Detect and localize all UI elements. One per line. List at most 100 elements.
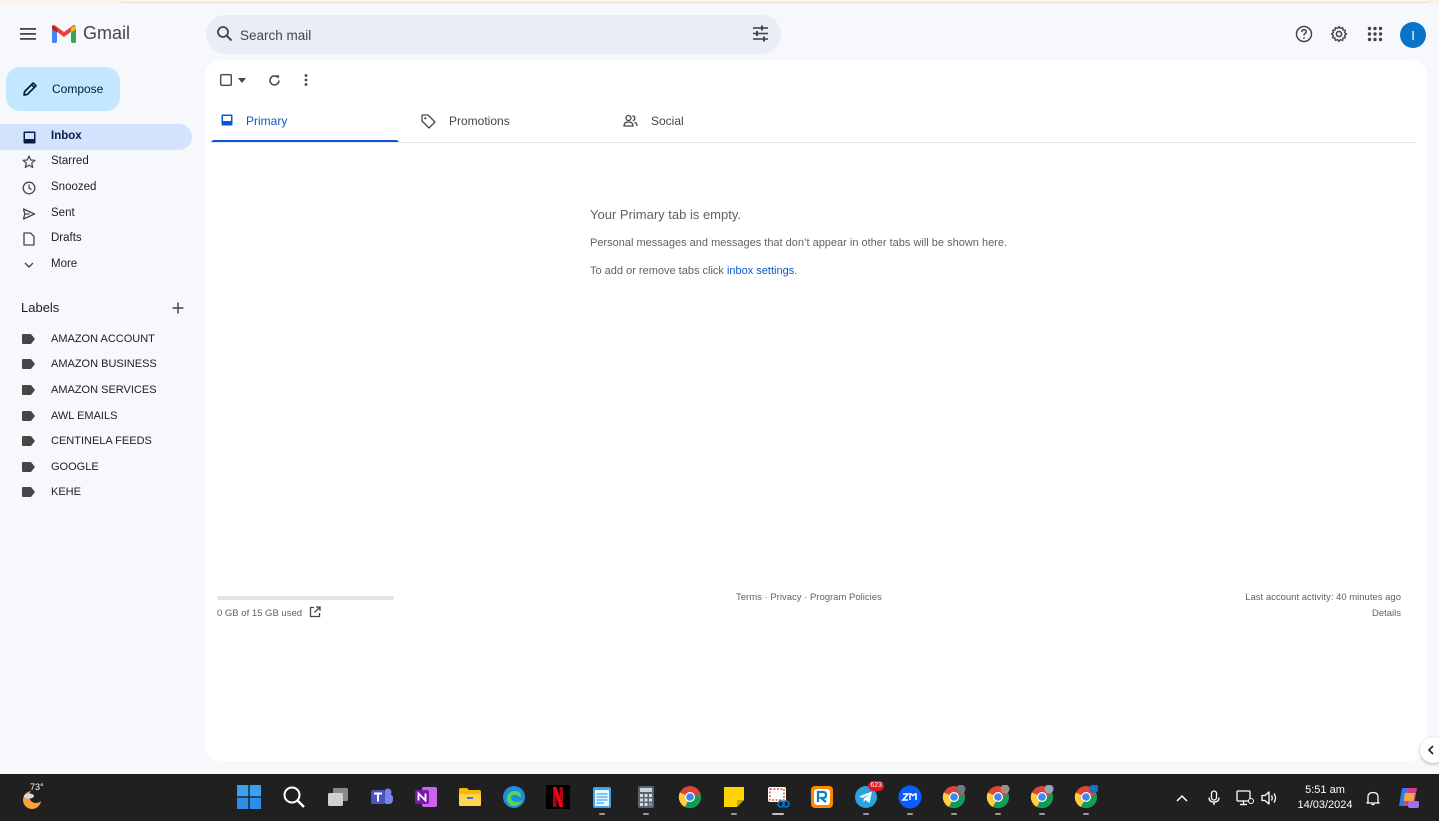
tab-label: Promotions bbox=[449, 114, 510, 128]
taskbar-start[interactable] bbox=[237, 785, 261, 809]
tab-promotions[interactable]: Promotions bbox=[411, 102, 599, 143]
support-button[interactable] bbox=[1292, 22, 1316, 46]
taskbar-chrome-profile-4[interactable] bbox=[1074, 784, 1099, 815]
label-item-amazon-business[interactable]: AMAZON BUSINESS bbox=[0, 353, 192, 377]
taskbar-chrome[interactable] bbox=[678, 785, 702, 809]
taskbar-telegram[interactable]: 623 bbox=[854, 781, 884, 815]
chrome-profile-icon bbox=[942, 784, 966, 809]
label-name: AWL EMAILS bbox=[51, 410, 118, 422]
select-all-checkbox[interactable] bbox=[219, 71, 247, 89]
gmail-m-icon bbox=[52, 24, 76, 43]
settings-button[interactable] bbox=[1327, 22, 1351, 46]
taskbar-ringcentral[interactable] bbox=[810, 785, 834, 809]
sidebar-item-drafts[interactable]: Drafts bbox=[0, 226, 192, 252]
chevron-down-icon bbox=[22, 258, 36, 272]
sidebar-item-snoozed[interactable]: Snoozed bbox=[0, 175, 192, 201]
side-panel-toggle[interactable] bbox=[1420, 737, 1439, 763]
notepad-icon bbox=[593, 787, 611, 808]
copilot-icon bbox=[1399, 788, 1419, 808]
chevron-left-icon bbox=[1427, 745, 1434, 755]
taskbar-chrome-profile-2[interactable] bbox=[986, 784, 1010, 815]
clock-icon bbox=[22, 181, 36, 195]
taskbar-calculator[interactable] bbox=[634, 785, 658, 815]
sidebar-item-label: Sent bbox=[51, 207, 75, 219]
sidebar-item-label: Starred bbox=[51, 155, 89, 167]
more-vertical-icon bbox=[304, 74, 308, 86]
folder-icon bbox=[459, 788, 481, 806]
volume-status[interactable] bbox=[1261, 789, 1279, 807]
windows-logo-icon bbox=[237, 785, 261, 809]
sidebar-item-starred[interactable]: Starred bbox=[0, 149, 192, 175]
sidebar-item-label: Drafts bbox=[51, 232, 82, 244]
people-icon bbox=[623, 114, 638, 127]
notifications-button[interactable] bbox=[1364, 789, 1382, 807]
weather-widget[interactable]: 73° bbox=[20, 782, 46, 810]
footer-separator: · bbox=[801, 592, 810, 603]
tab-social[interactable]: Social bbox=[613, 102, 801, 143]
running-indicator bbox=[995, 813, 1001, 815]
taskbar-file-explorer[interactable] bbox=[458, 785, 482, 809]
gear-icon bbox=[1330, 25, 1348, 43]
compose-button[interactable]: Compose bbox=[6, 67, 120, 111]
label-item-centinela-feeds[interactable]: CENTINELA FEEDS bbox=[0, 430, 192, 454]
taskbar-zoom[interactable] bbox=[898, 785, 922, 815]
chrome-profile-icon bbox=[986, 784, 1010, 809]
tag-icon bbox=[421, 114, 436, 129]
search-options-icon[interactable] bbox=[752, 25, 769, 42]
taskbar-snipping-tool[interactable] bbox=[766, 785, 790, 815]
taskbar-onenote[interactable] bbox=[414, 785, 438, 809]
taskbar-copilot[interactable] bbox=[1396, 785, 1420, 809]
snipping-tool-icon bbox=[768, 787, 790, 808]
details-link[interactable]: Details bbox=[1372, 608, 1401, 619]
taskbar-netflix[interactable] bbox=[546, 785, 570, 809]
taskbar-task-view[interactable] bbox=[326, 785, 350, 809]
apps-grid-icon bbox=[1367, 26, 1383, 42]
running-indicator bbox=[1039, 813, 1045, 815]
sidebar-item-inbox[interactable]: Inbox bbox=[0, 124, 192, 150]
gmail-logo[interactable]: Gmail bbox=[51, 23, 130, 44]
more-actions-button[interactable] bbox=[297, 71, 315, 89]
label-item-google[interactable]: GOOGLE bbox=[0, 456, 192, 480]
label-tag-icon bbox=[22, 462, 35, 472]
label-item-kehe[interactable]: KEHE bbox=[0, 481, 192, 505]
taskbar-sticky-notes[interactable] bbox=[722, 785, 746, 815]
taskbar-clock[interactable]: 5:51 am 14/03/2024 bbox=[1292, 783, 1358, 813]
netflix-icon bbox=[546, 785, 570, 809]
privacy-link[interactable]: Privacy bbox=[770, 592, 801, 603]
running-indicator bbox=[1083, 813, 1089, 815]
windows-taskbar: 73° 623 5:51 am 14/03/2024 bbox=[0, 774, 1439, 821]
taskbar-search[interactable] bbox=[282, 785, 306, 809]
network-status[interactable] bbox=[1236, 789, 1254, 807]
create-label-button[interactable] bbox=[170, 300, 186, 316]
external-link-icon[interactable] bbox=[309, 606, 321, 618]
label-item-amazon-services[interactable]: AMAZON SERVICES bbox=[0, 379, 192, 403]
taskbar-chrome-profile-3[interactable] bbox=[1030, 784, 1054, 815]
label-item-awl-emails[interactable]: AWL EMAILS bbox=[0, 405, 192, 429]
main-menu-button[interactable] bbox=[14, 20, 42, 48]
account-avatar[interactable]: I bbox=[1400, 22, 1426, 48]
microphone-status[interactable] bbox=[1205, 789, 1223, 807]
taskbar-teams[interactable] bbox=[370, 785, 394, 809]
label-tag-icon bbox=[22, 487, 35, 497]
search-input[interactable] bbox=[240, 23, 720, 47]
show-hidden-icons-button[interactable] bbox=[1173, 789, 1191, 807]
inbox-icon bbox=[221, 114, 233, 126]
search-icon[interactable] bbox=[216, 25, 234, 43]
taskbar-notepad[interactable] bbox=[590, 785, 614, 815]
terms-link[interactable]: Terms bbox=[736, 592, 762, 603]
empty-state-description: Personal messages and messages that don’… bbox=[590, 237, 1008, 249]
inbox-settings-link[interactable]: inbox settings bbox=[727, 265, 794, 277]
program-policies-link[interactable]: Program Policies bbox=[810, 592, 882, 603]
teams-icon bbox=[371, 788, 393, 804]
running-indicator bbox=[731, 813, 737, 815]
google-apps-button[interactable] bbox=[1363, 22, 1387, 46]
footer-links: Terms · Privacy · Program Policies bbox=[736, 592, 882, 603]
sidebar-item-more[interactable]: More bbox=[0, 252, 192, 278]
refresh-button[interactable] bbox=[265, 71, 283, 89]
taskbar-edge[interactable] bbox=[502, 785, 526, 809]
tab-primary[interactable]: Primary bbox=[211, 102, 399, 143]
plus-icon bbox=[172, 302, 184, 314]
label-item-amazon-account[interactable]: AMAZON ACCOUNT bbox=[0, 328, 192, 352]
sidebar-item-sent[interactable]: Sent bbox=[0, 201, 192, 227]
taskbar-chrome-profile-1[interactable] bbox=[942, 784, 966, 815]
